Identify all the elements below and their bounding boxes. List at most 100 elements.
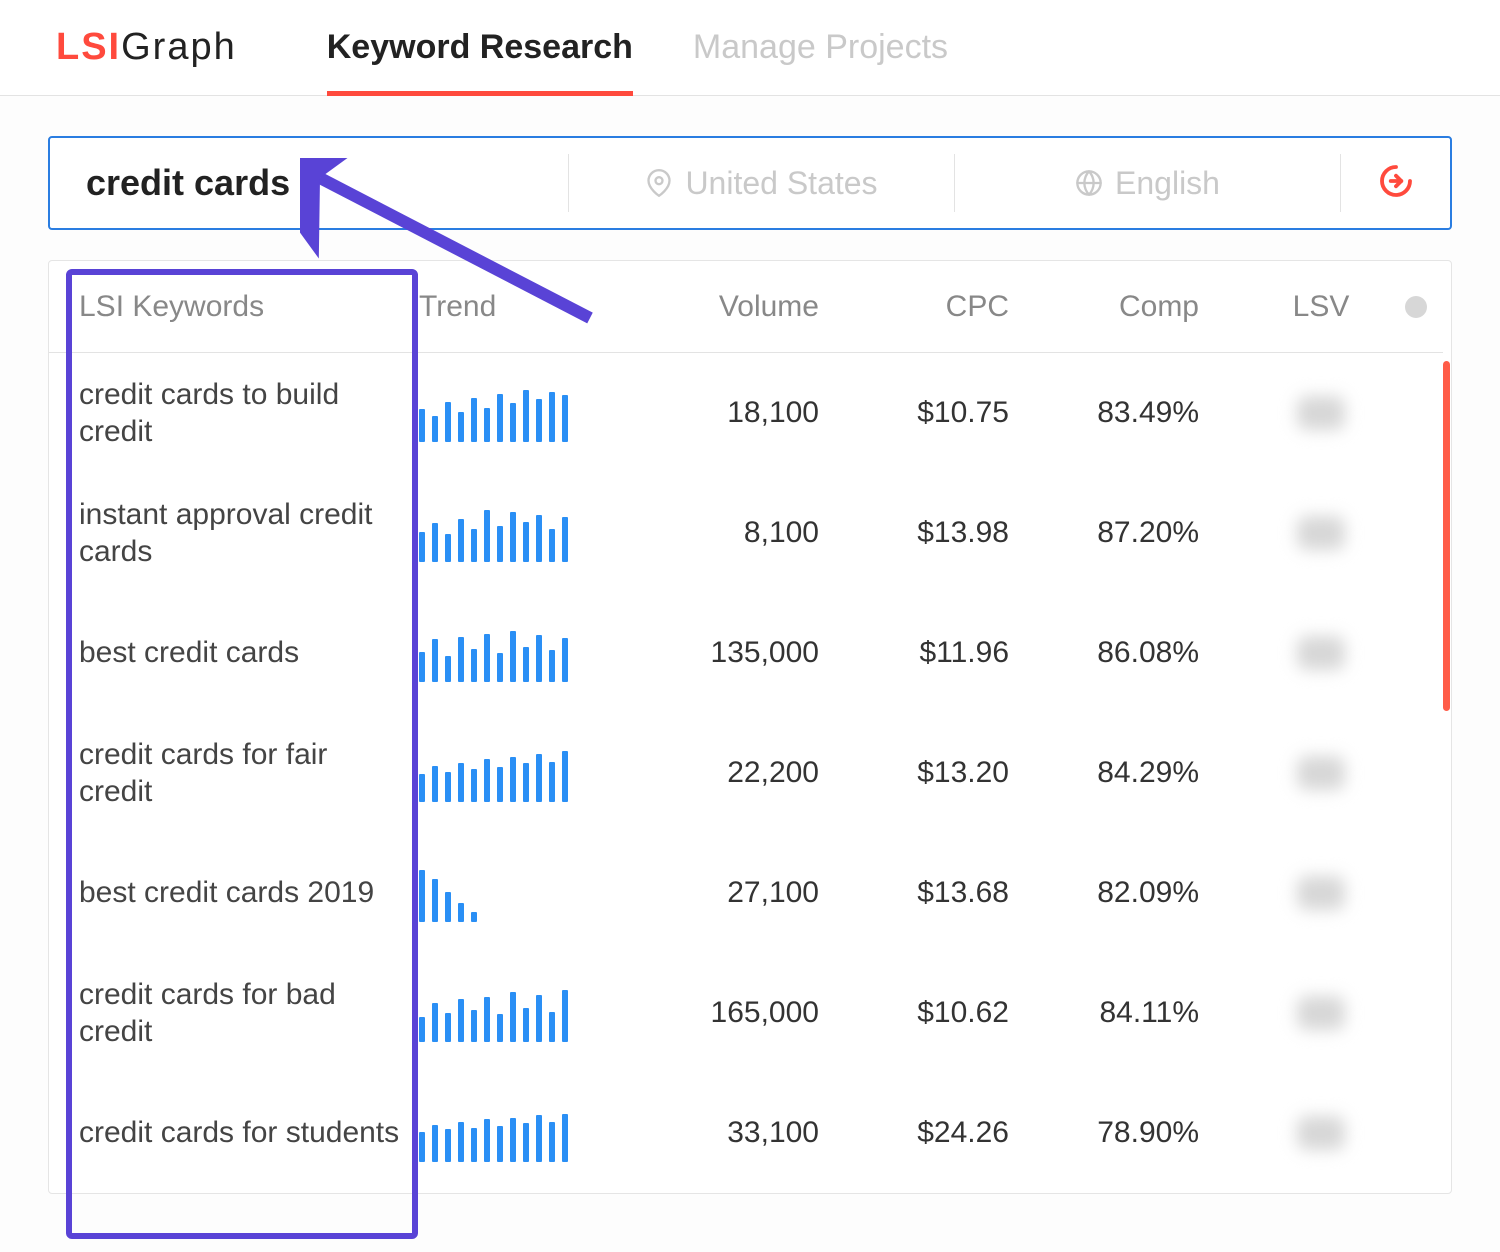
trend-bar [458, 903, 464, 922]
trend-bar [549, 650, 555, 682]
trend-sparkline [419, 744, 609, 802]
trend-bar [523, 763, 529, 802]
lsv-blurred-value [1297, 1116, 1345, 1150]
table-row[interactable]: credit cards for bad credit165,000$10.62… [49, 953, 1443, 1073]
trend-bar [549, 529, 555, 562]
cpc-cell: $10.75 [819, 396, 1009, 430]
trend-bar [549, 1012, 555, 1042]
submit-button[interactable] [1340, 154, 1450, 212]
trend-bar [562, 751, 568, 802]
lsv-blurred-value [1297, 756, 1345, 790]
table-row[interactable]: credit cards to build credit18,100$10.75… [49, 353, 1443, 473]
trend-bar [471, 649, 477, 682]
scrollbar-thumb[interactable] [1443, 361, 1450, 711]
table-row[interactable]: instant approval credit cards8,100$13.98… [49, 473, 1443, 593]
trend-bar [523, 1123, 529, 1162]
trend-bar [549, 762, 555, 802]
trend-bar [445, 1013, 451, 1042]
search-input[interactable] [50, 162, 568, 204]
lsv-cell [1199, 396, 1443, 430]
volume-cell: 165,000 [609, 996, 819, 1030]
trend-bar [458, 999, 464, 1042]
trend-bar [536, 754, 542, 802]
trend-bar [458, 519, 464, 562]
trend-bar [419, 409, 425, 442]
keyword-cell: instant approval credit cards [49, 496, 419, 571]
trend-bar [562, 638, 568, 682]
cpc-cell: $13.98 [819, 516, 1009, 550]
comp-cell: 87.20% [1009, 516, 1199, 550]
top-nav: LSIGraph Keyword Research Manage Project… [0, 0, 1500, 96]
trend-bar [562, 990, 568, 1042]
trend-bar [419, 870, 425, 922]
table-row[interactable]: credit cards for students33,100$24.2678.… [49, 1073, 1443, 1193]
trend-bar [419, 532, 425, 562]
col-header-trend[interactable]: Trend [419, 290, 609, 324]
trend-bar [445, 892, 451, 922]
trend-bar [523, 522, 529, 562]
trend-bar [536, 995, 542, 1042]
trend-bar [471, 398, 477, 442]
trend-bar [471, 912, 477, 922]
trend-bar [484, 510, 490, 562]
trend-bar [432, 416, 438, 442]
cpc-cell: $11.96 [819, 636, 1009, 670]
tab-manage-projects[interactable]: Manage Projects [693, 0, 948, 95]
trend-bar [536, 399, 542, 442]
col-header-comp[interactable]: Comp [1009, 290, 1199, 324]
keyword-cell: credit cards for bad credit [49, 976, 419, 1051]
language-select[interactable]: English [954, 154, 1340, 212]
lsv-blurred-value [1297, 396, 1345, 430]
submit-arrow-icon [1375, 160, 1417, 207]
table-header: LSI Keywords Trend Volume CPC Comp LSV [49, 261, 1443, 353]
comp-cell: 86.08% [1009, 636, 1199, 670]
trend-cell [419, 504, 609, 562]
lsv-blurred-value [1297, 876, 1345, 910]
trend-bar [510, 403, 516, 442]
cpc-cell: $24.26 [819, 1116, 1009, 1150]
results-table: LSI Keywords Trend Volume CPC Comp LSV c… [48, 260, 1452, 1194]
logo-graph: Graph [121, 26, 237, 68]
table-row[interactable]: best credit cards 201927,100$13.6882.09% [49, 833, 1443, 953]
trend-bar [445, 772, 451, 802]
trend-bar [432, 639, 438, 682]
trend-bar [419, 774, 425, 802]
lsv-cell [1199, 876, 1443, 910]
col-header-volume[interactable]: Volume [609, 290, 819, 324]
comp-cell: 83.49% [1009, 396, 1199, 430]
keyword-cell: credit cards for fair credit [49, 736, 419, 811]
trend-bar [445, 402, 451, 442]
scrollbar-track[interactable] [1443, 261, 1451, 1193]
comp-cell: 84.29% [1009, 756, 1199, 790]
lsv-cell [1199, 636, 1443, 670]
cpc-cell: $13.20 [819, 756, 1009, 790]
trend-bar [549, 392, 555, 442]
table-row[interactable]: best credit cards135,000$11.9686.08% [49, 593, 1443, 713]
trend-cell [419, 384, 609, 442]
keyword-cell: best credit cards 2019 [49, 874, 419, 912]
trend-bar [419, 652, 425, 682]
trend-bar [458, 1122, 464, 1162]
trend-bar [510, 631, 516, 682]
lsv-cell [1199, 516, 1443, 550]
trend-bar [432, 1125, 438, 1162]
country-select[interactable]: United States [568, 154, 954, 212]
table-row[interactable]: credit cards for fair credit 22,200$13.20… [49, 713, 1443, 833]
col-header-cpc[interactable]: CPC [819, 290, 1009, 324]
trend-bar [497, 767, 503, 802]
tab-keyword-research[interactable]: Keyword Research [327, 0, 633, 95]
help-icon[interactable] [1405, 296, 1427, 318]
keyword-cell: credit cards to build credit [49, 376, 419, 451]
trend-bar [510, 512, 516, 562]
col-header-keywords[interactable]: LSI Keywords [49, 290, 419, 324]
trend-bar [471, 1010, 477, 1042]
trend-sparkline [419, 984, 609, 1042]
trend-bar [523, 1008, 529, 1042]
lsv-blurred-value [1297, 636, 1345, 670]
language-label: English [1115, 165, 1220, 202]
col-header-lsv[interactable]: LSV [1199, 290, 1443, 324]
volume-cell: 22,200 [609, 756, 819, 790]
trend-cell [419, 744, 609, 802]
comp-cell: 78.90% [1009, 1116, 1199, 1150]
trend-bar [445, 534, 451, 562]
